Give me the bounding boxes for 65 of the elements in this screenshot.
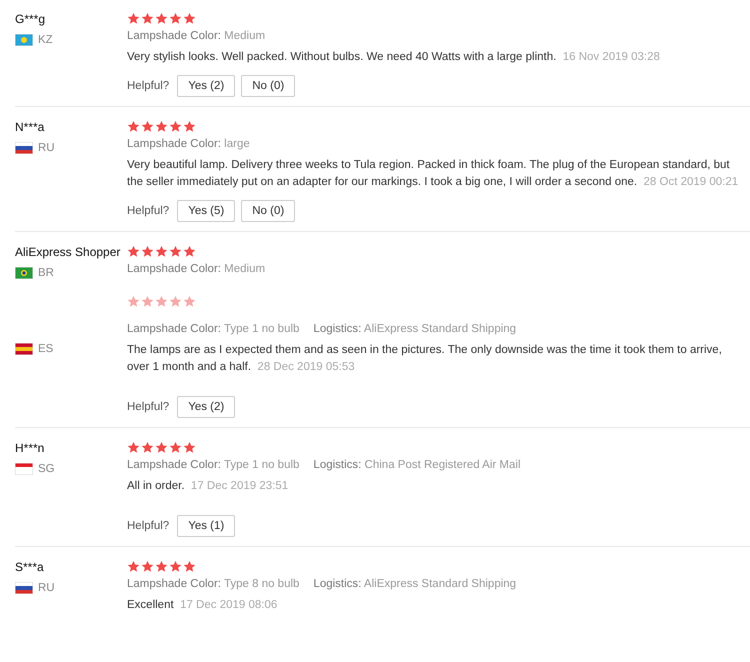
star-icon	[155, 12, 168, 25]
star-icon	[127, 295, 140, 308]
product-attribute: Logistics: AliExpress Standard Shipping	[313, 323, 516, 335]
star-icon	[141, 441, 154, 454]
vote-button[interactable]: Yes (5)	[177, 200, 236, 222]
helpful-label: Helpful?	[127, 401, 170, 413]
product-attribute: Lampshade Color: large	[127, 138, 250, 150]
star-icon	[155, 295, 168, 308]
country-code: BR	[38, 267, 54, 279]
vote-button[interactable]: No (0)	[241, 200, 296, 222]
review-text: Very stylish looks. Well packed. Without bulbs. We need 40 Watts with a large plinth. 16 Nov 2019 03:28	[127, 50, 661, 65]
star-icon	[127, 245, 140, 258]
vote-button[interactable]: Yes (2)	[177, 396, 236, 418]
product-attribute: Lampshade Color: Type 1 no bulb	[127, 459, 300, 471]
country-code: ES	[38, 343, 54, 355]
product-attribute: Logistics: China Post Registered Air Mail	[313, 459, 521, 471]
star-icon	[169, 12, 182, 25]
review-text: Excellent 17 Dec 2019 08:06	[127, 598, 278, 613]
star-icon	[141, 245, 154, 258]
product-attribute: Logistics: AliExpress Standard Shipping	[313, 578, 516, 590]
star-icon	[183, 560, 196, 573]
country-code: RU	[38, 582, 55, 594]
review-text: The lamps are as I expected them and as seen in the pictures. The only downside was the time it took them to arrive, over 1 month and a half. 28 Dec 2019 05:53	[127, 343, 723, 375]
country-code: SG	[38, 463, 55, 475]
star-icon	[127, 560, 140, 573]
review-text: All in order. 17 Dec 2019 23:51	[127, 479, 290, 494]
star-icon	[155, 560, 168, 573]
star-icon	[183, 12, 196, 25]
helpful-label: Helpful?	[127, 80, 170, 92]
product-attribute: Lampshade Color: Medium	[127, 30, 266, 42]
country-code: KZ	[38, 34, 53, 46]
product-attribute: Lampshade Color: Type 8 no bulb	[127, 578, 300, 590]
star-icon	[141, 560, 154, 573]
reviewer-name: AliExpress Shopper	[15, 245, 120, 260]
reviewer-name: S***a	[15, 560, 44, 575]
star-icon	[127, 12, 140, 25]
helpful-label: Helpful?	[127, 520, 170, 532]
star-icon	[155, 120, 168, 133]
reviewer-name: N***a	[15, 120, 44, 135]
vote-button[interactable]: No (0)	[241, 75, 296, 97]
country-code: RU	[38, 142, 55, 154]
review-text: Very beautiful lamp. Delivery three weeks to Tula region. Packed in thick foam. The plug of the European standard, but the seller immediately put on an adapter for our markings. I took a big one, I will order a second one. 28 Oct 2019 00:21	[127, 158, 740, 190]
helpful-label: Helpful?	[127, 205, 170, 217]
star-icon	[141, 295, 154, 308]
star-icon	[183, 120, 196, 133]
reviewer-name: G***g	[15, 12, 46, 27]
star-icon	[169, 245, 182, 258]
vote-button[interactable]: Yes (2)	[177, 75, 236, 97]
star-icon	[141, 12, 154, 25]
star-icon	[169, 295, 182, 308]
star-icon	[127, 441, 140, 454]
star-icon	[155, 441, 168, 454]
star-icon	[155, 245, 168, 258]
star-icon	[169, 560, 182, 573]
star-icon	[169, 120, 182, 133]
reviewer-name: H***n	[15, 441, 44, 456]
star-icon	[183, 295, 196, 308]
star-icon	[127, 120, 140, 133]
star-icon	[183, 441, 196, 454]
star-icon	[141, 120, 154, 133]
product-attribute: Lampshade Color: Type 1 no bulb	[127, 323, 300, 335]
product-attribute: Lampshade Color: Medium	[127, 263, 266, 275]
star-icon	[169, 441, 182, 454]
vote-button[interactable]: Yes (1)	[177, 515, 236, 537]
star-icon	[183, 245, 196, 258]
